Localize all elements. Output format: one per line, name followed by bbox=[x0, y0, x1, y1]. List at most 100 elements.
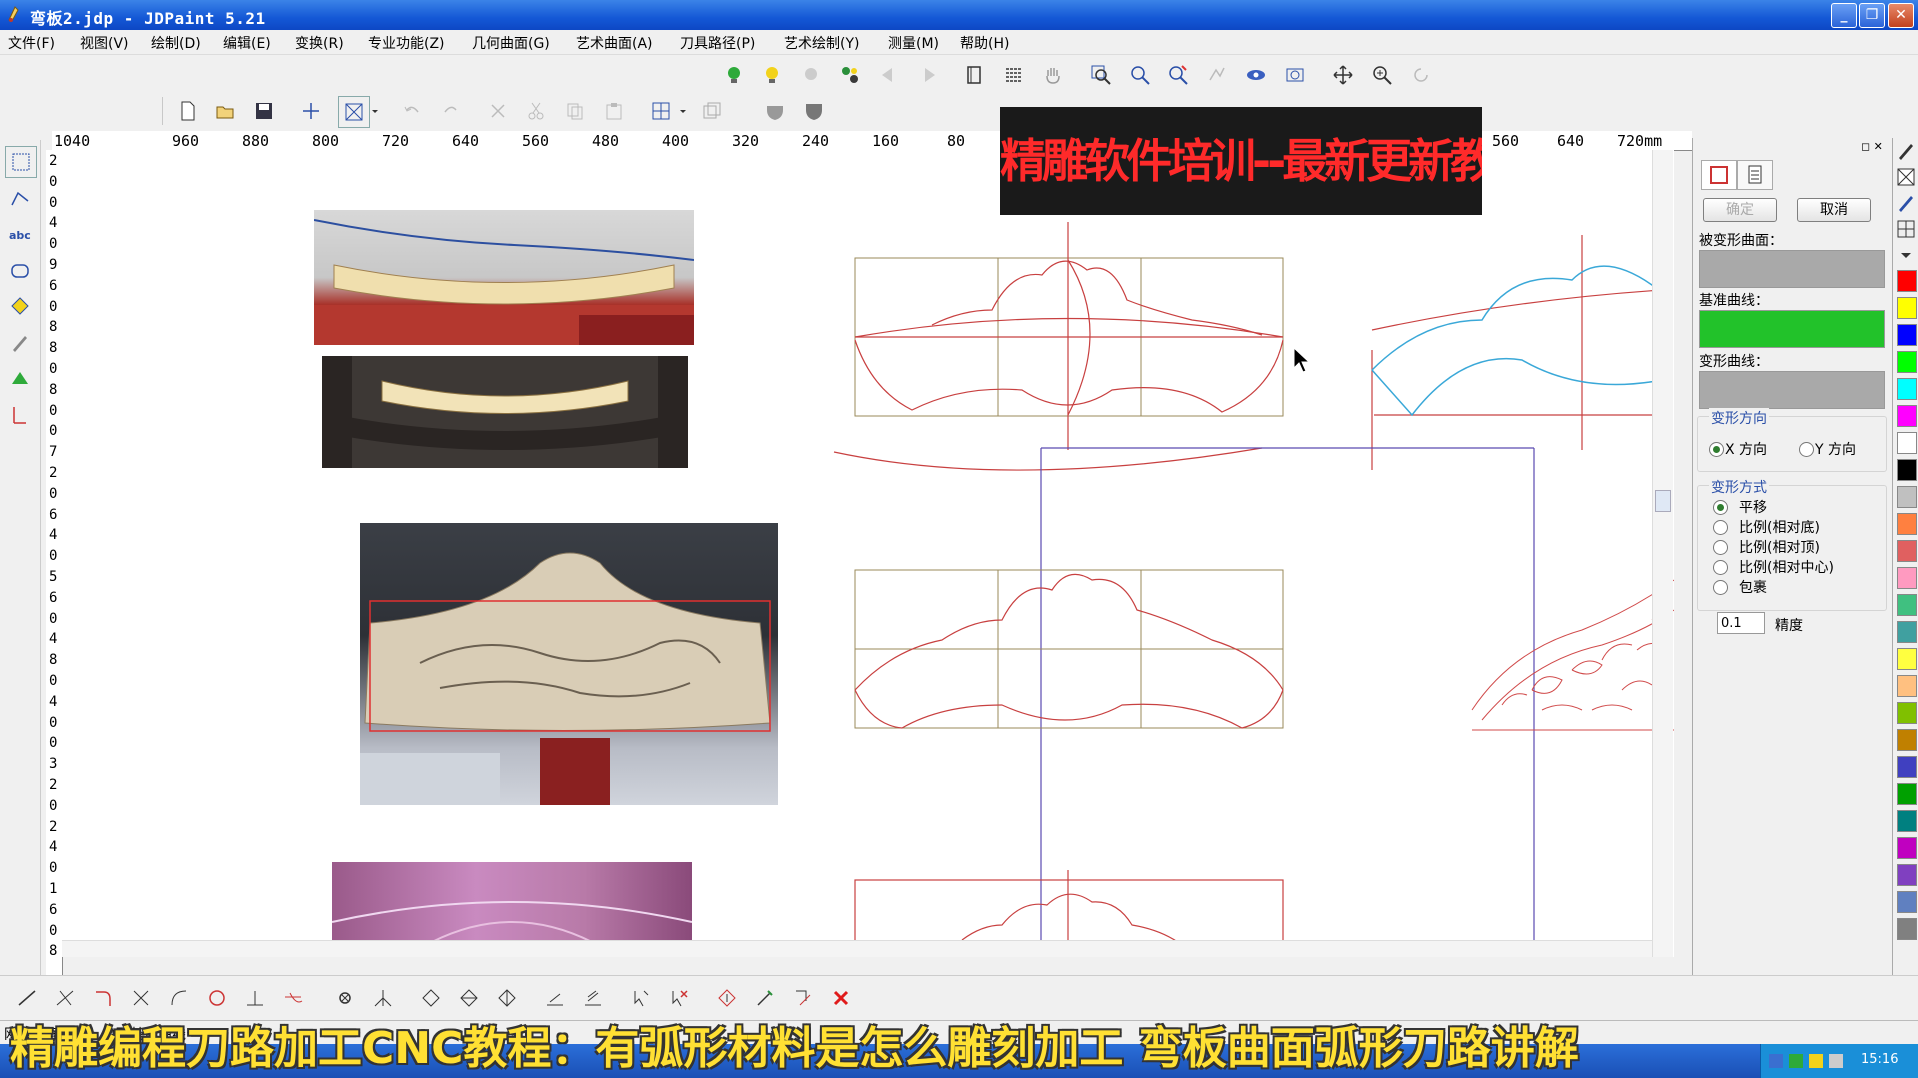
view-book-icon[interactable] bbox=[960, 60, 990, 90]
color-swatch[interactable] bbox=[1897, 918, 1917, 940]
diamond-cross-icon[interactable] bbox=[454, 983, 484, 1013]
color-swatch[interactable] bbox=[1897, 864, 1917, 886]
y-direction-radio[interactable] bbox=[1799, 442, 1814, 457]
color-swatch[interactable] bbox=[1897, 810, 1917, 832]
align-stack-icon[interactable] bbox=[578, 983, 608, 1013]
palette-arrow-icon[interactable] bbox=[1893, 242, 1918, 268]
eye-icon[interactable] bbox=[1241, 60, 1271, 90]
zoom-out-icon[interactable] bbox=[1125, 60, 1155, 90]
x-direction-radio[interactable] bbox=[1709, 442, 1724, 457]
shade-icon[interactable] bbox=[835, 60, 865, 90]
select-tool-icon[interactable] bbox=[5, 146, 37, 178]
align-bottom-icon[interactable] bbox=[540, 983, 570, 1013]
fillet-tool-icon[interactable] bbox=[88, 983, 118, 1013]
color-swatch[interactable] bbox=[1897, 621, 1917, 643]
hand-icon[interactable] bbox=[1038, 60, 1068, 90]
delete-icon[interactable] bbox=[483, 96, 513, 126]
minimize-button[interactable]: _ bbox=[1831, 3, 1857, 28]
convert-curve-icon[interactable] bbox=[788, 983, 818, 1013]
color-swatch[interactable] bbox=[1897, 459, 1917, 481]
fill-icon[interactable] bbox=[1893, 190, 1918, 216]
vertical-scrollbar[interactable] bbox=[1652, 150, 1673, 957]
pen-icon[interactable] bbox=[1893, 138, 1918, 164]
snap-point-icon[interactable] bbox=[296, 96, 326, 126]
menu-draw[interactable]: 绘制(D) bbox=[151, 33, 201, 53]
open-folder-icon[interactable] bbox=[211, 96, 241, 126]
pick-node-icon[interactable] bbox=[626, 983, 656, 1013]
menu-art-draw[interactable]: 艺术绘制(Y) bbox=[784, 33, 859, 53]
mode-radio-wrap[interactable] bbox=[1713, 580, 1728, 595]
surface-tool-icon[interactable] bbox=[5, 364, 35, 394]
color-swatch[interactable] bbox=[1897, 270, 1917, 292]
zoom-previous-icon[interactable] bbox=[1202, 60, 1232, 90]
arc-tool-icon[interactable] bbox=[164, 983, 194, 1013]
bulb-yellow-icon[interactable] bbox=[757, 60, 787, 90]
shield-gray-icon[interactable] bbox=[760, 96, 790, 126]
mode-radio-scale-top[interactable] bbox=[1713, 540, 1728, 555]
color-swatch[interactable] bbox=[1897, 756, 1917, 778]
copy-icon[interactable] bbox=[560, 96, 590, 126]
delete-node-icon[interactable] bbox=[664, 983, 694, 1013]
perpendicular-tool-icon[interactable] bbox=[240, 983, 270, 1013]
color-swatch[interactable] bbox=[1897, 594, 1917, 616]
horizontal-scrollbar[interactable] bbox=[62, 940, 1652, 957]
precision-input[interactable] bbox=[1717, 612, 1765, 634]
scroll-thumb[interactable] bbox=[1655, 490, 1671, 512]
diamond-tool-icon[interactable] bbox=[416, 983, 446, 1013]
color-swatch[interactable] bbox=[1897, 783, 1917, 805]
menu-geometric-surface[interactable]: 几何曲面(G) bbox=[472, 33, 550, 53]
mode-radio-scale-bottom[interactable] bbox=[1713, 520, 1728, 535]
chevron-down-icon[interactable] bbox=[676, 96, 690, 126]
mode-radio-translate[interactable] bbox=[1713, 500, 1728, 515]
zoom-in-icon[interactable] bbox=[1163, 60, 1193, 90]
zoom-window-icon[interactable] bbox=[1086, 60, 1116, 90]
measure-tool-icon[interactable] bbox=[5, 400, 35, 430]
pan-icon[interactable] bbox=[1328, 60, 1358, 90]
color-swatch[interactable] bbox=[1897, 297, 1917, 319]
close-button[interactable]: ✕ bbox=[1888, 3, 1914, 28]
redo-icon[interactable] bbox=[436, 96, 466, 126]
color-swatch[interactable] bbox=[1897, 432, 1917, 454]
bulb-green-icon[interactable] bbox=[719, 60, 749, 90]
restore-button[interactable]: ❐ bbox=[1859, 3, 1885, 28]
zoom-all-icon[interactable] bbox=[1280, 60, 1310, 90]
chevron-down-icon[interactable] bbox=[368, 96, 382, 126]
menu-help[interactable]: 帮助(H) bbox=[960, 33, 1009, 53]
grid-icon[interactable] bbox=[646, 96, 676, 126]
color-swatch[interactable] bbox=[1897, 378, 1917, 400]
paste-icon[interactable] bbox=[599, 96, 629, 126]
color-swatch[interactable] bbox=[1897, 675, 1917, 697]
color-swatch[interactable] bbox=[1897, 405, 1917, 427]
color-swatch[interactable] bbox=[1897, 540, 1917, 562]
line-tool-icon[interactable] bbox=[12, 983, 42, 1013]
transform-node-icon[interactable] bbox=[712, 983, 742, 1013]
rotate-view-icon[interactable] bbox=[1406, 60, 1436, 90]
deform-surface-field[interactable] bbox=[1699, 250, 1885, 288]
vector-drawing[interactable] bbox=[62, 150, 1674, 957]
cross-tool-icon[interactable] bbox=[126, 983, 156, 1013]
save-icon[interactable] bbox=[249, 96, 279, 126]
layer-icon[interactable] bbox=[697, 96, 727, 126]
drawing-canvas[interactable] bbox=[62, 150, 1674, 957]
color-swatch[interactable] bbox=[1897, 486, 1917, 508]
menu-professional[interactable]: 专业功能(Z) bbox=[368, 33, 445, 53]
color-swatch[interactable] bbox=[1897, 324, 1917, 346]
menu-measure[interactable]: 测量(M) bbox=[888, 33, 939, 53]
color-swatch[interactable] bbox=[1897, 891, 1917, 913]
base-curve-field[interactable] bbox=[1699, 310, 1885, 348]
color-swatch[interactable] bbox=[1897, 513, 1917, 535]
no-color-icon[interactable] bbox=[1893, 164, 1918, 190]
text-tool-icon[interactable]: abc bbox=[5, 220, 35, 250]
cancel-button[interactable]: 取消 bbox=[1797, 198, 1871, 222]
node-edit-icon[interactable] bbox=[5, 183, 35, 213]
pattern-icon[interactable] bbox=[1893, 216, 1918, 242]
node-tool-icon[interactable] bbox=[330, 983, 360, 1013]
shield-dark-icon[interactable] bbox=[799, 96, 829, 126]
new-file-icon[interactable] bbox=[173, 96, 203, 126]
color-swatch[interactable] bbox=[1897, 648, 1917, 670]
undo-icon[interactable] bbox=[397, 96, 427, 126]
menu-transform[interactable]: 变换(R) bbox=[295, 33, 344, 53]
tangent-tool-icon[interactable] bbox=[278, 983, 308, 1013]
trim-tool-icon[interactable] bbox=[50, 983, 80, 1013]
menu-file[interactable]: 文件(F) bbox=[8, 33, 55, 53]
